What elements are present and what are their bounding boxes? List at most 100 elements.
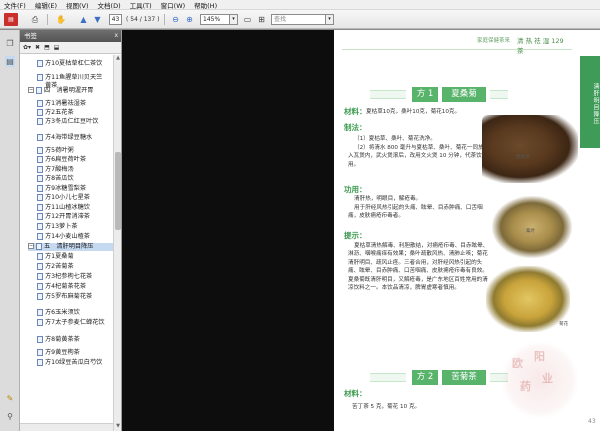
toolbar-divider (164, 14, 165, 25)
attachment-icon[interactable]: ⚲ (5, 411, 15, 422)
bookmark-item[interactable]: 方7酸梅汤 (37, 166, 107, 174)
bookmark-item[interactable]: 方4海带绿豆糖水 (37, 134, 107, 142)
page-count-label: ( 54 / 137 ) (126, 16, 160, 23)
bookmark-icon (37, 233, 43, 240)
scroll-up-icon[interactable]: ▲ (114, 55, 122, 63)
zoom-out-icon[interactable]: ⊖ (170, 13, 181, 26)
bookmark-icon (37, 166, 43, 173)
bookmarks-panel: 书签 x ✿▾ ✖ ⬒ ⬓ 方10夏枯草杠仁茶饮 方11鱼腥草川贝天竺黄茶 − 四 消… (20, 30, 122, 431)
new-bookmark-icon[interactable]: ⬒ (44, 44, 50, 51)
menu-window[interactable]: 窗口(W) (161, 0, 186, 10)
bookmark-icon (37, 319, 43, 326)
bookmark-icon (37, 293, 43, 300)
bookmark-icon (37, 223, 43, 230)
close-icon[interactable]: x (114, 30, 118, 42)
scrollbar-thumb[interactable] (115, 152, 121, 230)
bookmark-item[interactable]: 方14小麦山楂茶 (37, 233, 107, 241)
bookmark-label: 方6玉米须饮 (45, 309, 80, 316)
bookmark-item[interactable]: 方10绿豆苦瓜白芍饮 (37, 359, 107, 367)
menu-bar: 文件(F) 编辑(E) 视图(V) 文档(D) 工具(T) 窗口(W) 帮助(H… (0, 0, 600, 10)
zoom-level-input[interactable]: 145% (200, 14, 230, 25)
materials-heading: 材料： (344, 389, 367, 398)
bookmark-item[interactable]: 方9冰糖雪梨茶 (37, 185, 107, 193)
bookmark-item[interactable]: 方7太子参麦仁蝉花饮 (37, 319, 107, 327)
collapse-icon[interactable]: − (28, 87, 34, 93)
effect-text: 清肝热，明眼目，解疮毒。 (354, 196, 422, 202)
note-text: 夏枯草清热解毒、利胆散结，对痈疮疖毒、目赤眩晕、淋沥、咽喉痛痒有效果；桑叶疏散风… (348, 243, 489, 292)
bookmark-item[interactable]: 方11山楂冰糖饮 (37, 204, 107, 212)
bookmark-item[interactable]: 方13萝卜茶 (37, 223, 107, 231)
collapse-icon[interactable]: − (28, 243, 34, 249)
chevron-down-icon[interactable]: ▾ (326, 14, 334, 25)
bookmark-item[interactable]: 方5罗布麻菊花茶 (37, 293, 107, 301)
menu-file[interactable]: 文件(F) (4, 0, 26, 10)
menu-tools[interactable]: 工具(T) (130, 0, 152, 10)
bookmarks-scrollbar[interactable]: ▲ ▼ (113, 55, 121, 431)
bookmark-label: 方10绿豆苦瓜白芍饮 (45, 359, 103, 366)
bookmark-label: 方10小儿七星茶 (45, 194, 90, 201)
menu-view[interactable]: 视图(V) (66, 0, 89, 10)
menu-help[interactable]: 帮助(H) (194, 0, 217, 10)
chapter-side-tab: 清肝明目降压 (580, 56, 600, 148)
bookmarks-title: 书签 (24, 32, 37, 40)
bookmark-item[interactable]: 方2苦菊茶 (37, 263, 107, 271)
bookmark-item[interactable]: 方3冬瓜仁红豆叶饮 (37, 118, 107, 126)
title-decoration (490, 90, 508, 99)
menu-edit[interactable]: 编辑(E) (35, 0, 57, 10)
search-input[interactable]: 查找 (271, 14, 326, 25)
bookmarks-icon[interactable]: ▤ (5, 56, 15, 67)
bookmark-item[interactable]: 方5荷叶粥 (37, 147, 107, 155)
fit-page-icon[interactable]: ▭ (242, 13, 253, 26)
fit-width-icon[interactable]: ⊞ (256, 13, 267, 26)
bookmark-item[interactable]: 方2五花茶 (37, 109, 107, 117)
bookmark-item[interactable]: 方9黄豆枸茶 (37, 349, 107, 357)
bookmark-options-button[interactable]: ✿▾ (23, 44, 31, 51)
bookmark-icon (37, 204, 43, 211)
bookmark-item[interactable]: 方1夏桑菊 (37, 253, 107, 261)
bookmark-chapter[interactable]: − 四 消暑明渥开胃 (28, 87, 114, 95)
previous-page-icon[interactable]: ▲ (78, 13, 89, 26)
page-number: 43 (588, 418, 596, 425)
recipe-name: 夏桑菊 (442, 87, 486, 102)
recipe-name: 苦菊茶 (442, 370, 486, 385)
comments-icon[interactable]: ✎ (5, 393, 15, 404)
bookmark-icon (37, 349, 43, 356)
bookmark-icon (37, 336, 43, 343)
bookmark-item[interactable]: 方8菊黄茶茶 (37, 336, 107, 344)
bookmark-icon (36, 243, 42, 250)
effect-detail: 用于肝经风热引起的头痛、眩晕、目赤肿痛、口舌咽痛，皮肤痈疮疖毒者。 (348, 205, 483, 220)
bookmark-chapter[interactable]: − 五 清肝明目降压 (28, 243, 114, 251)
delete-bookmark-icon[interactable]: ✖ (35, 44, 40, 51)
next-page-icon[interactable]: ▼ (92, 13, 103, 26)
hand-tool-icon[interactable]: ✋ (54, 13, 68, 26)
document-page: 家庭保健茶来 清 热 祛 湿 129 茶 清肝明目降压 方 1 夏桑菊 材料： … (334, 30, 600, 431)
bookmark-label: 方8菊黄茶茶 (45, 336, 80, 343)
bookmark-item[interactable]: 方6扁豆荷叶茶 (37, 156, 107, 164)
page-number-input[interactable]: 43 (109, 14, 122, 25)
bookmarks-horizontal-scrollbar[interactable] (20, 423, 113, 431)
bookmark-icon (37, 134, 43, 141)
bookmark-item[interactable]: 方8苦瓜饮 (37, 175, 107, 183)
title-decoration (370, 90, 406, 99)
create-pdf-icon[interactable]: ▤ (4, 13, 18, 26)
bookmark-item[interactable]: 方3杞参枸七花茶 (37, 273, 107, 281)
toolbar-divider (47, 14, 48, 25)
watermark-glyph: 药 (520, 380, 531, 393)
scroll-down-icon[interactable]: ▼ (114, 423, 122, 431)
zoom-in-icon[interactable]: ⊕ (184, 13, 195, 26)
menu-document[interactable]: 文档(D) (98, 0, 121, 10)
print-icon[interactable]: ⎙ (28, 13, 42, 26)
bookmark-item[interactable]: 方6玉米须饮 (37, 309, 107, 317)
chevron-down-icon[interactable]: ▾ (230, 14, 238, 25)
pages-icon[interactable]: ❐ (5, 38, 15, 49)
bookmark-item[interactable]: 方10小儿七星茶 (37, 194, 107, 202)
navigation-pane-strip: ❐ ▤ ✎ ⚲ (0, 30, 20, 431)
bookmark-item[interactable]: 方4杞菊茶花茶 (37, 283, 107, 291)
bookmark-icon (37, 359, 43, 366)
method-step-2: （2）将清水 800 毫升与夏枯草、桑叶、菊花一同放入瓦煲内，武火煲滚后，改用文… (348, 145, 484, 168)
bookmark-item[interactable]: 方1消暑祛湿茶 (37, 100, 107, 108)
watermark-glyph: 阳 (534, 350, 545, 363)
bookmark-item[interactable]: 方10夏枯草杠仁茶饮 (37, 60, 107, 68)
bookmark-item[interactable]: 方12开胃消滞茶 (37, 213, 107, 221)
expand-bookmark-icon[interactable]: ⬓ (54, 44, 60, 51)
